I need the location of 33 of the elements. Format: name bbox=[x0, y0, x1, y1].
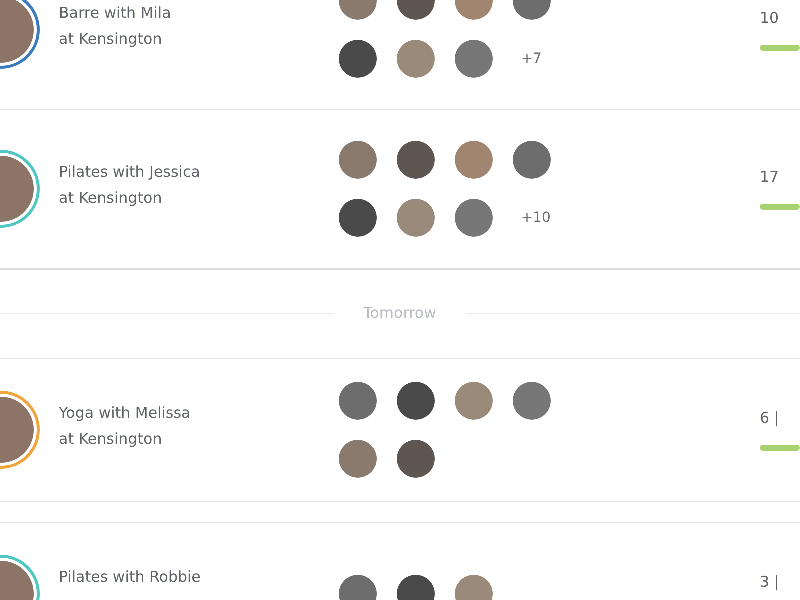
capacity-bar bbox=[760, 445, 800, 451]
avatar-placeholder bbox=[513, 382, 552, 420]
avatar-placeholder bbox=[339, 141, 378, 179]
avatar-placeholder bbox=[339, 440, 378, 478]
attendee-count: 3 | bbox=[760, 573, 780, 591]
avatar-placeholder bbox=[397, 382, 436, 420]
class-title: Pilates with Jessica bbox=[59, 163, 202, 181]
class-title: Barre with Mila bbox=[59, 4, 172, 22]
class-title: Yoga with Melissa bbox=[59, 404, 192, 422]
avatar-placeholder bbox=[455, 141, 494, 179]
avatar-placeholder bbox=[339, 40, 378, 78]
attendee-count: 6 | bbox=[760, 409, 780, 427]
class-title: Pilates with Robbie bbox=[59, 568, 202, 586]
capacity-bar bbox=[760, 204, 800, 210]
class-location: at Kensington bbox=[59, 30, 164, 48]
attendee-count: 17 bbox=[760, 168, 780, 186]
avatar-placeholder bbox=[455, 382, 494, 420]
avatar-placeholder bbox=[339, 382, 378, 420]
more-attendees-count: +10 bbox=[520, 210, 552, 226]
more-attendees-count: +7 bbox=[520, 50, 543, 66]
avatar-placeholder bbox=[455, 199, 494, 237]
avatar-placeholder bbox=[397, 199, 436, 237]
avatar-placeholder bbox=[397, 141, 436, 179]
avatar-placeholder bbox=[513, 141, 552, 179]
capacity-bar bbox=[760, 44, 800, 50]
class-location: at Kensington bbox=[59, 430, 164, 448]
attendee-count: 10 bbox=[760, 8, 780, 26]
avatar-placeholder bbox=[339, 199, 378, 237]
avatar-placeholder bbox=[455, 40, 494, 78]
day-divider-label: Tomorrow bbox=[364, 304, 436, 322]
class-location: at Kensington bbox=[59, 189, 164, 207]
avatar-placeholder bbox=[397, 40, 436, 78]
avatar-placeholder bbox=[397, 440, 436, 478]
